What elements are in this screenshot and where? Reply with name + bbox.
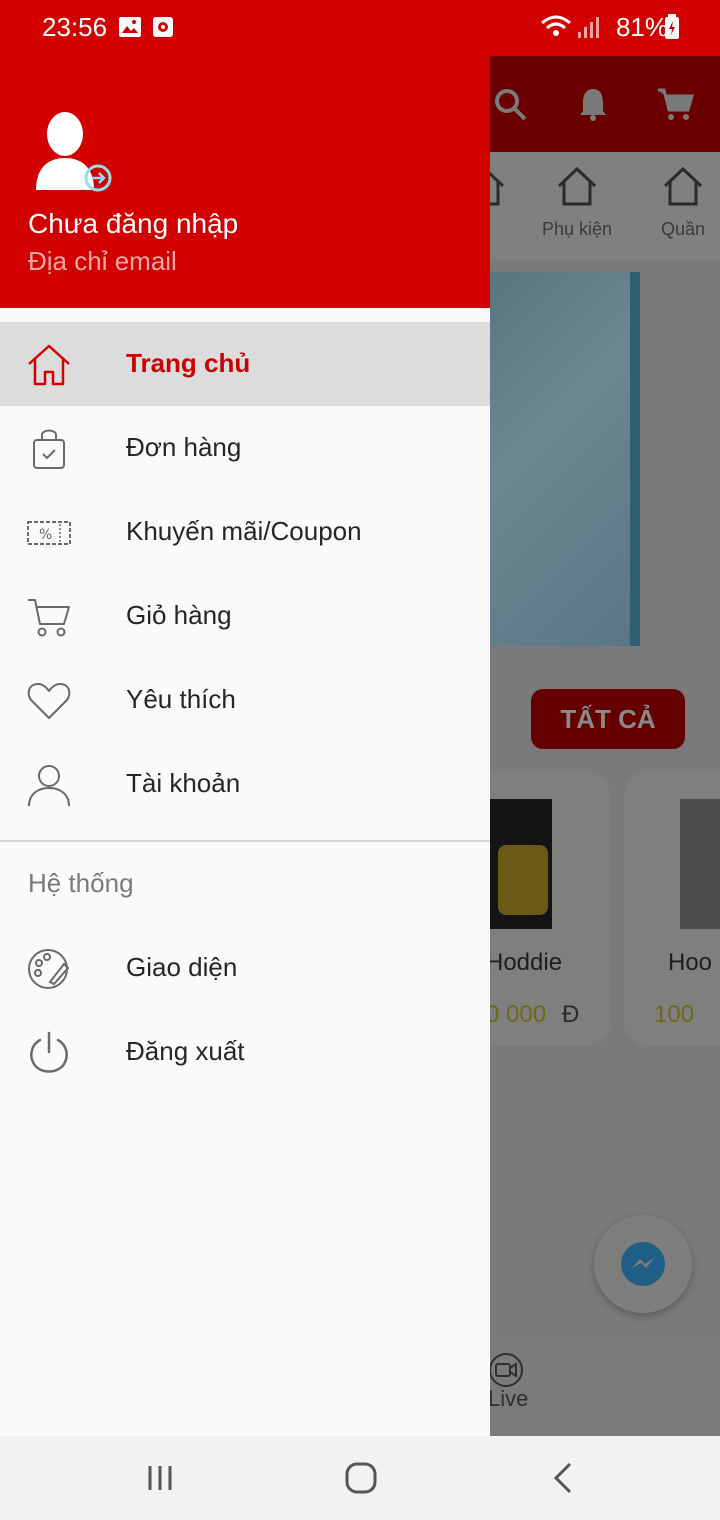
category-label: Phụ kiện	[541, 219, 613, 239]
menu-item-account[interactable]: Tài khoản	[0, 742, 490, 826]
signal-icon	[578, 17, 599, 38]
category-item[interactable]: Quần	[638, 164, 720, 240]
messenger-icon	[621, 1242, 665, 1286]
menu-item-theme[interactable]: Giao diện	[0, 926, 490, 1010]
system-section-title: Hệ thống	[28, 868, 134, 898]
system-nav-bar	[0, 1436, 720, 1520]
product-image	[680, 799, 720, 929]
gallery-icon	[119, 17, 141, 37]
user-name[interactable]: Chưa đăng nhập	[28, 208, 238, 240]
user-email: Địa chỉ email	[28, 246, 177, 276]
product-card[interactable]: Hoo 100	[624, 771, 720, 1046]
menu-item-label: Tài khoản	[126, 768, 241, 798]
product-title: Hoo	[668, 949, 713, 976]
heart-icon	[27, 683, 71, 719]
home-icon	[557, 166, 597, 206]
account-icon	[28, 765, 70, 807]
avatar[interactable]	[28, 104, 118, 194]
menu-item-label: Giao diện	[126, 952, 238, 982]
product-card[interactable]: Hoddie 0 000 Đ	[490, 771, 610, 1046]
back-icon[interactable]	[544, 1458, 584, 1498]
battery-icon	[665, 14, 679, 39]
menu-item-home[interactable]: Trang chủ	[0, 322, 490, 406]
menu-item-favorites[interactable]: Yêu thích	[0, 658, 490, 742]
product-price: 100	[654, 1001, 695, 1028]
category-label: Quần	[660, 219, 706, 239]
wifi-icon	[541, 15, 571, 36]
banner-image[interactable]	[490, 272, 640, 646]
product-image	[490, 799, 552, 929]
product-price: 0 000	[490, 1001, 547, 1028]
menu-item-label: Đơn hàng	[126, 432, 242, 462]
recent-apps-icon[interactable]	[140, 1458, 180, 1498]
menu-item-label: Giỏ hàng	[126, 600, 232, 630]
cart-icon[interactable]	[656, 86, 694, 122]
power-icon	[30, 1031, 68, 1073]
status-time: 23:56	[42, 12, 108, 42]
battery-percent: 81%	[615, 12, 668, 42]
home-icon	[490, 171, 505, 206]
menu-item-coupon[interactable]: % Khuyến mãi/Coupon	[0, 490, 490, 574]
coupon-icon: %	[27, 521, 71, 545]
search-icon[interactable]	[494, 88, 528, 122]
svg-text:%: %	[39, 527, 52, 543]
background-bottom-nav: Live	[490, 1336, 720, 1436]
video-icon[interactable]	[490, 1352, 528, 1388]
category-label: n	[490, 219, 530, 240]
bell-icon[interactable]	[578, 86, 608, 122]
record-icon	[153, 17, 173, 37]
background-top-bar	[490, 56, 720, 152]
menu-item-label: Yêu thích	[126, 684, 236, 714]
product-title: Hoddie	[490, 949, 563, 976]
menu-item-logout[interactable]: Đăng xuất	[0, 1010, 490, 1094]
see-all-button[interactable]: TẤT CẢ	[531, 689, 685, 749]
navigation-drawer: Chưa đăng nhập Địa chỉ email Trang chủ Đ…	[0, 56, 490, 1436]
home-icon	[28, 344, 70, 386]
category-item[interactable]: n	[490, 164, 530, 240]
live-tab-label[interactable]: Live	[490, 1386, 528, 1412]
shopping-bag-icon	[33, 429, 65, 469]
status-bar: 23:56 81%	[0, 0, 720, 56]
menu-item-label: Đăng xuất	[126, 1036, 245, 1066]
messenger-button[interactable]	[594, 1215, 692, 1313]
menu-item-label: Trang chủ	[126, 348, 251, 378]
menu-divider	[0, 840, 490, 842]
menu-item-label: Khuyến mãi/Coupon	[126, 516, 362, 546]
drawer-header: Chưa đăng nhập Địa chỉ email	[0, 56, 490, 308]
home-button-icon[interactable]	[341, 1458, 381, 1498]
background-app: n Phụ kiện Quần TẤT CẢ Hoddie 0 000 Đ Ho…	[490, 56, 720, 1436]
home-icon	[663, 166, 703, 206]
background-category-row: n Phụ kiện Quần	[490, 152, 720, 260]
palette-icon	[28, 949, 70, 989]
cart-icon	[28, 599, 70, 637]
product-currency: Đ	[562, 1001, 580, 1028]
menu-item-cart[interactable]: Giỏ hàng	[0, 574, 490, 658]
menu-item-orders[interactable]: Đơn hàng	[0, 406, 490, 490]
category-item[interactable]: Phụ kiện	[532, 164, 622, 240]
